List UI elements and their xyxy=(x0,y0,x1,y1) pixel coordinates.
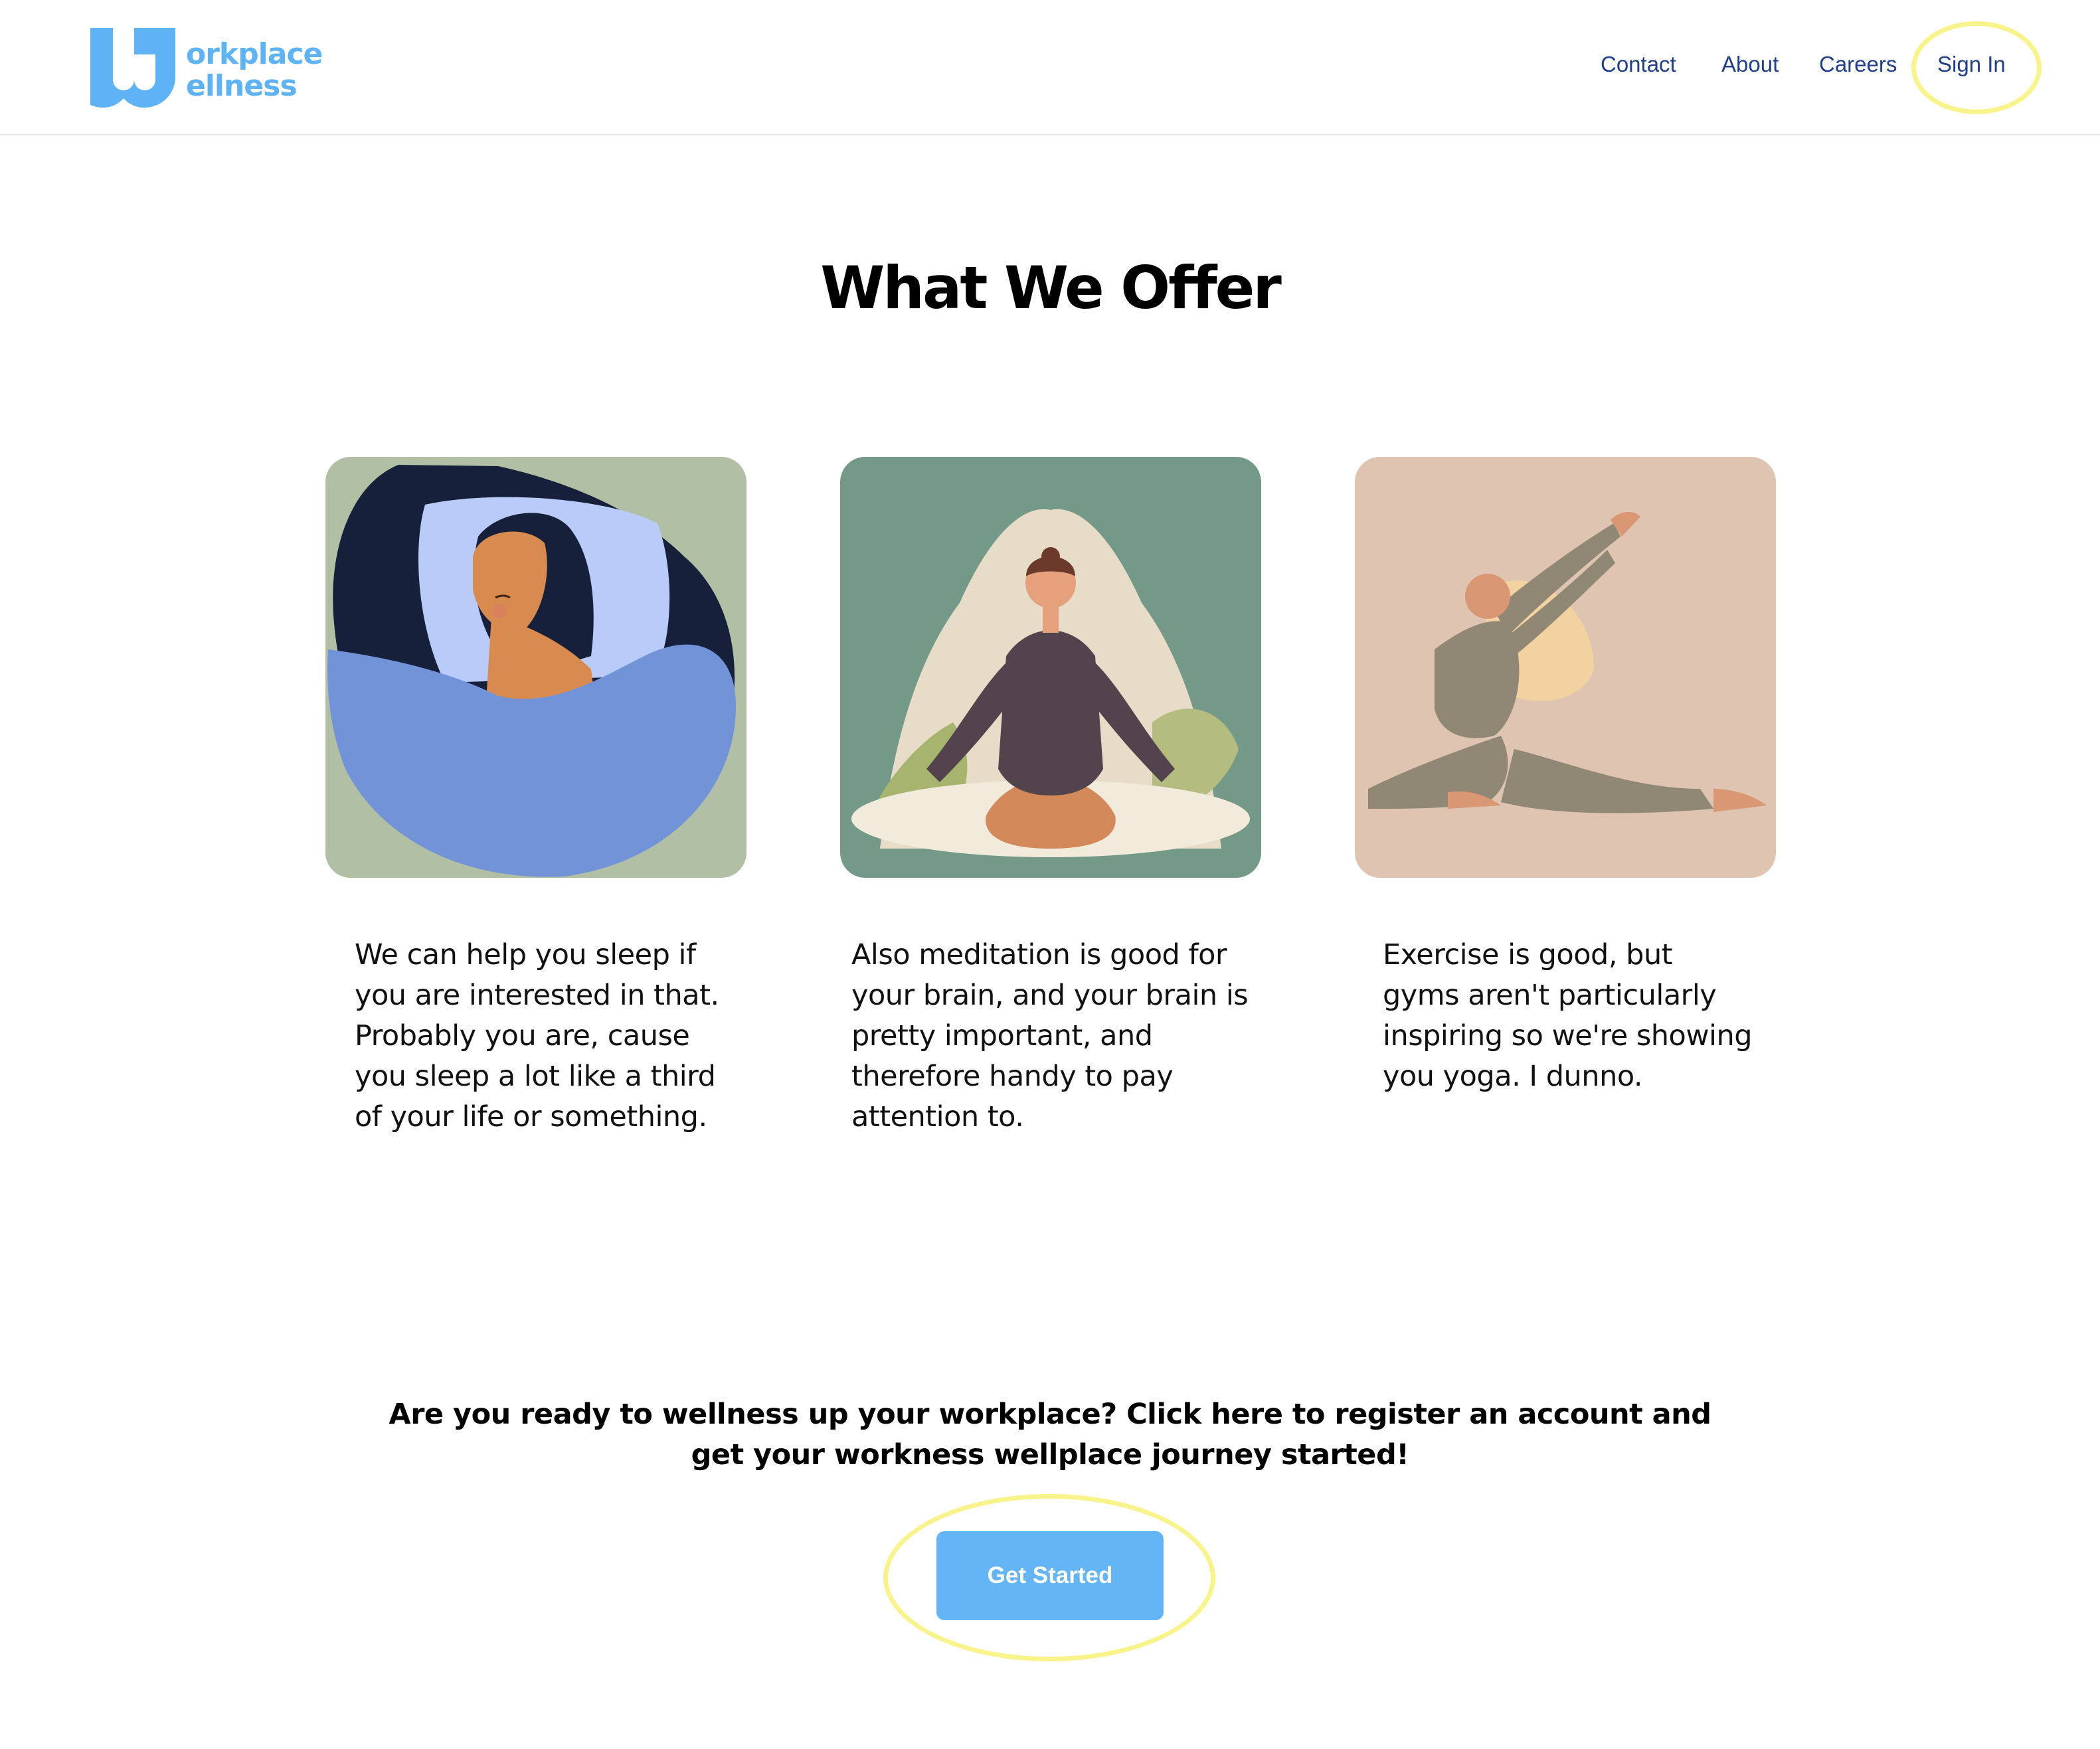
card-text-sleep: We can help you sleep if you are interes… xyxy=(355,938,719,1133)
page: orkplace ellness Contact About Careers S… xyxy=(0,0,2100,1749)
nav-about[interactable]: About xyxy=(1721,52,1779,77)
card-text-meditation: Also meditation is good for your brain, … xyxy=(851,938,1249,1133)
meditation-illustration xyxy=(840,457,1261,878)
cta-text: Are you ready to wellness up your workpl… xyxy=(0,1394,2100,1475)
main-nav: Contact About Careers Sign In xyxy=(0,52,2100,81)
cta-message: Are you ready to wellness up your workpl… xyxy=(389,1398,1711,1471)
yoga-illustration xyxy=(1355,457,1776,878)
nav-sign-in[interactable]: Sign In xyxy=(1937,52,2006,77)
section-title: What We Offer xyxy=(820,254,1282,322)
site-header: orkplace ellness Contact About Careers S… xyxy=(0,0,2100,135)
card-text-yoga: Exercise is good, but gyms aren't partic… xyxy=(1383,938,1753,1093)
sleep-illustration xyxy=(325,457,746,878)
nav-contact[interactable]: Contact xyxy=(1601,52,1676,77)
nav-careers[interactable]: Careers xyxy=(1819,52,1897,77)
get-started-button[interactable]: Get Started xyxy=(936,1531,1164,1620)
